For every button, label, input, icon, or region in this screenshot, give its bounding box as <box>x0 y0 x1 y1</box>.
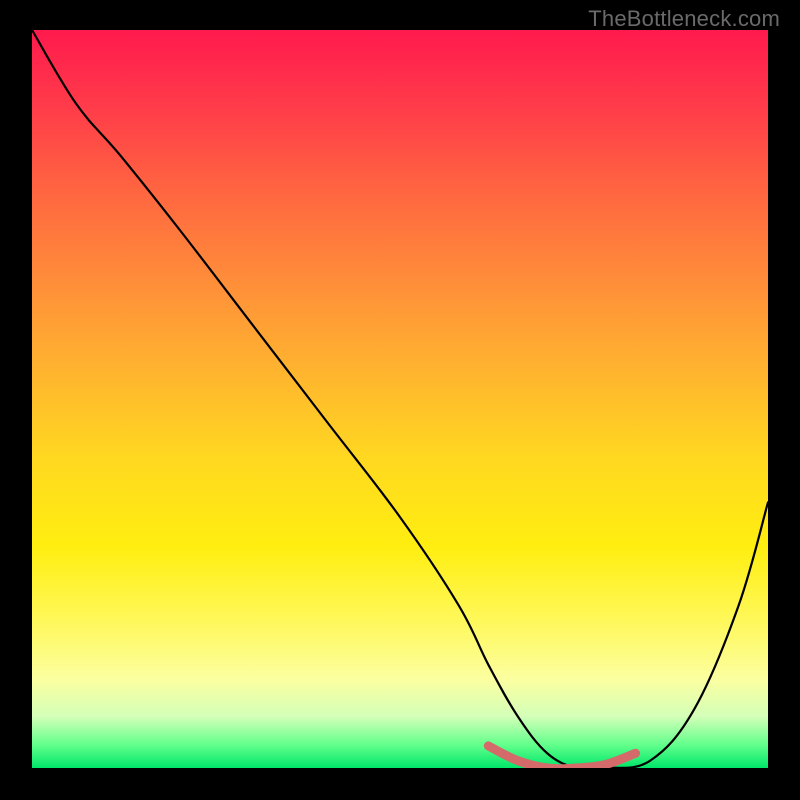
plot-area <box>32 30 768 768</box>
curve-layer <box>32 30 768 768</box>
bottleneck-curve <box>32 30 768 768</box>
chart-frame: TheBottleneck.com <box>0 0 800 800</box>
optimal-range-marker <box>488 746 635 768</box>
attribution-text: TheBottleneck.com <box>588 6 780 32</box>
